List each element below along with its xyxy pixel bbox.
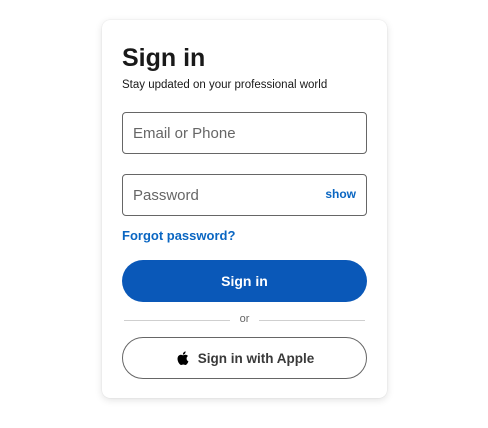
- forgot-password-link[interactable]: Forgot password?: [122, 228, 235, 243]
- show-password-button[interactable]: show: [325, 187, 356, 201]
- apple-icon: [175, 350, 189, 366]
- page-subtitle: Stay updated on your professional world: [122, 79, 328, 91]
- password-field[interactable]: show: [122, 174, 367, 216]
- sign-in-with-apple-button[interactable]: Sign in with Apple: [122, 337, 367, 379]
- email-field[interactable]: [122, 112, 367, 154]
- sign-in-card: Sign in Stay updated on your professiona…: [102, 20, 387, 398]
- apple-button-label: Sign in with Apple: [197, 350, 315, 366]
- divider-label: or: [239, 313, 250, 325]
- sign-in-button[interactable]: Sign in: [122, 260, 367, 302]
- page-title: Sign in: [122, 44, 206, 72]
- or-divider: or: [122, 313, 367, 327]
- divider-line-right: [259, 320, 365, 321]
- email-input[interactable]: [123, 113, 366, 153]
